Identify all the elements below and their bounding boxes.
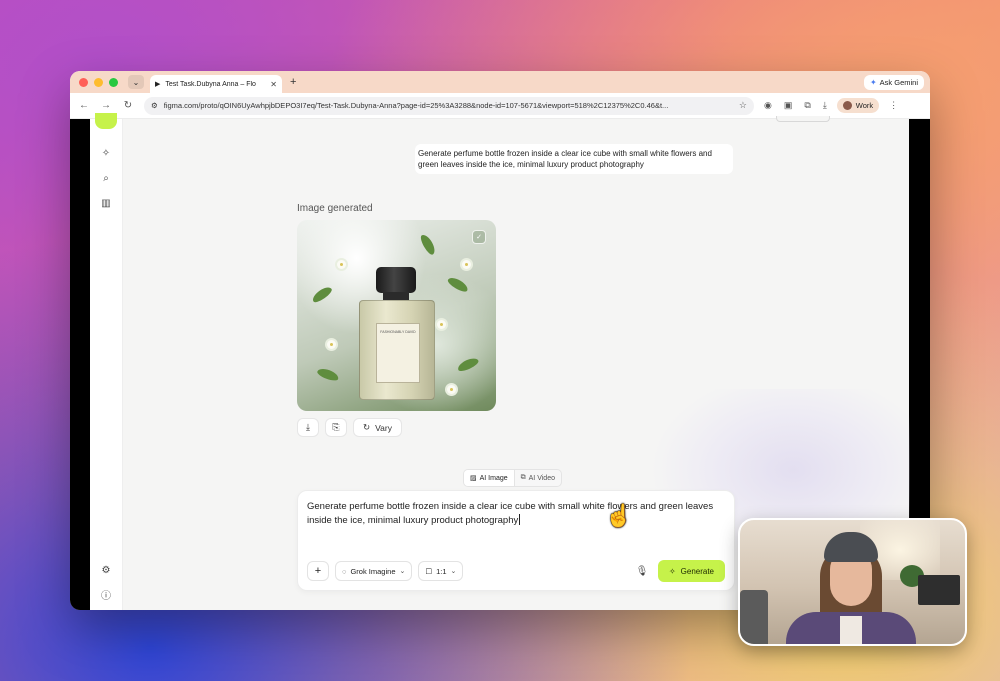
shield-check-icon[interactable]: ✓ bbox=[472, 230, 486, 244]
hand-cursor-icon: ☝ bbox=[605, 503, 633, 528]
generated-label: Image generated bbox=[297, 203, 373, 214]
info-icon[interactable]: ⓘ bbox=[98, 587, 114, 602]
tab-search-button[interactable]: ⌄ bbox=[128, 75, 144, 89]
site-info-icon[interactable]: ⚙ bbox=[151, 101, 158, 110]
figma-play-icon: ▶ bbox=[155, 81, 161, 88]
flower-decoration bbox=[462, 260, 471, 269]
download-icon: ⤓ bbox=[306, 422, 310, 432]
browser-tab[interactable]: ▶ Test Task.Dubyna Anna – Flo ✕ bbox=[150, 75, 282, 93]
app-sidebar: ✧ ⌕ ▥ ⚙ ⓘ bbox=[90, 113, 123, 610]
ask-gemini-label: Ask Gemini bbox=[879, 77, 918, 87]
flower-decoration bbox=[447, 385, 456, 394]
chevron-down-icon: ⌄ bbox=[450, 568, 457, 575]
bookmark-star-icon[interactable]: ☆ bbox=[739, 100, 747, 111]
search-icon[interactable]: ⌕ bbox=[98, 173, 114, 184]
app-logo[interactable] bbox=[95, 113, 117, 129]
refresh-icon: ↻ bbox=[363, 422, 371, 432]
library-icon[interactable]: ▥ bbox=[98, 198, 114, 209]
model-icon: ◌ bbox=[342, 566, 347, 576]
top-tab-button[interactable] bbox=[776, 116, 830, 122]
ratio-select[interactable]: ☐ 1:1 ⌄ bbox=[418, 561, 464, 581]
mode-ai-video-label: AI Video bbox=[528, 474, 555, 482]
media-icon[interactable]: ▣ bbox=[784, 100, 793, 111]
user-message: Generate perfume bottle frozen inside a … bbox=[415, 144, 733, 174]
gemini-sparkle-icon: ✦ bbox=[869, 77, 877, 87]
flower-decoration bbox=[337, 260, 346, 269]
tab-title: Test Task.Dubyna Anna – Flo bbox=[165, 80, 256, 88]
profile-button[interactable]: Work bbox=[836, 98, 880, 113]
webcam-chair bbox=[740, 590, 768, 644]
bottle-cap bbox=[376, 267, 416, 293]
ask-gemini-button[interactable]: ✦ Ask Gemini bbox=[863, 74, 924, 90]
mode-switcher: ▨ AI Image ⧉ AI Video bbox=[463, 469, 562, 487]
address-bar[interactable]: ⚙ figma.com/proto/qOIN6UyAwhpjbDEPO3I7eq… bbox=[144, 96, 754, 115]
vary-label: Vary bbox=[375, 422, 392, 433]
browser-extensions: ◉ ▣ ⧉ ⤓ bbox=[764, 100, 827, 111]
extensions-icon[interactable]: ⧉ bbox=[804, 100, 810, 111]
bookmark-button[interactable]: ⎘ bbox=[325, 418, 347, 437]
prompt-input[interactable]: Generate perfume bottle frozen inside a … bbox=[307, 500, 717, 528]
browser-menu-icon[interactable]: ⋮ bbox=[889, 100, 898, 111]
mode-ai-video[interactable]: ⧉ AI Video bbox=[515, 470, 561, 486]
tab-bar: ⌄ ▶ Test Task.Dubyna Anna – Flo ✕ + ✦ As… bbox=[70, 71, 930, 93]
mic-icon[interactable]: 🎙︎ bbox=[632, 566, 652, 577]
webcam-overlay bbox=[738, 518, 967, 646]
camera-icon[interactable]: ◉ bbox=[764, 100, 772, 111]
close-window-button[interactable] bbox=[79, 77, 88, 87]
generate-button[interactable]: ✧ Generate bbox=[657, 560, 725, 582]
close-tab-icon[interactable]: ✕ bbox=[270, 80, 277, 89]
add-attachment-button[interactable]: + bbox=[307, 561, 329, 581]
window-controls bbox=[79, 77, 118, 87]
model-select[interactable]: ◌ Grok Imagine ⌄ bbox=[335, 561, 413, 581]
prompt-composer[interactable]: Generate perfume bottle frozen inside a … bbox=[297, 490, 735, 591]
magic-wand-icon: ✧ bbox=[668, 566, 676, 576]
generate-label: Generate bbox=[680, 566, 714, 576]
video-icon: ⧉ bbox=[520, 474, 526, 481]
text-caret bbox=[519, 514, 521, 525]
composer-toolbar: + ◌ Grok Imagine ⌄ ☐ 1:1 ⌄ 🎙︎ ✧ Generate bbox=[307, 560, 725, 582]
settings-icon[interactable]: ⚙ bbox=[98, 565, 114, 576]
bottle-neck bbox=[383, 292, 409, 300]
profile-label: Work bbox=[855, 101, 874, 110]
webcam-monitor bbox=[918, 575, 960, 605]
prompt-text: Generate perfume bottle frozen inside a … bbox=[307, 501, 714, 526]
leaf-decoration bbox=[310, 284, 334, 305]
flower-decoration bbox=[437, 320, 446, 329]
vary-button[interactable]: ↻ Vary bbox=[353, 418, 402, 437]
minimize-window-button[interactable] bbox=[94, 77, 103, 87]
leaf-decoration bbox=[418, 232, 438, 257]
flower-decoration bbox=[327, 340, 336, 349]
chevron-down-icon: ⌄ bbox=[399, 568, 406, 575]
ratio-icon: ☐ bbox=[425, 566, 433, 576]
leaf-decoration bbox=[316, 366, 340, 383]
generated-image[interactable]: FASHIONABLY DAVID ✓ bbox=[297, 220, 496, 411]
image-actions: ⤓ ⎘ ↻ Vary bbox=[297, 418, 402, 437]
perfume-bottle: FASHIONABLY DAVID bbox=[359, 300, 435, 400]
webcam-shirt bbox=[840, 616, 862, 644]
url-text: figma.com/proto/qOIN6UyAwhpjbDEPO3I7eq/T… bbox=[163, 101, 669, 110]
forward-arrow-icon[interactable]: → bbox=[100, 100, 112, 111]
bookmark-icon: ⎘ bbox=[332, 422, 340, 432]
maximize-window-button[interactable] bbox=[109, 77, 118, 87]
leaf-decoration bbox=[456, 355, 480, 374]
mode-ai-image[interactable]: ▨ AI Image bbox=[464, 470, 515, 486]
leaf-decoration bbox=[446, 275, 470, 294]
avatar bbox=[842, 101, 852, 110]
sparkle-wand-icon[interactable]: ✧ bbox=[98, 148, 114, 159]
download-icon[interactable]: ⤓ bbox=[823, 100, 827, 111]
download-button[interactable]: ⤓ bbox=[297, 418, 319, 437]
reload-icon[interactable]: ↻ bbox=[122, 100, 134, 111]
new-tab-button[interactable]: + bbox=[290, 76, 296, 88]
back-arrow-icon[interactable]: ← bbox=[78, 100, 90, 111]
ratio-select-label: 1:1 bbox=[436, 566, 447, 576]
bottle-label: FASHIONABLY DAVID bbox=[376, 323, 420, 383]
model-select-label: Grok Imagine bbox=[350, 566, 396, 576]
image-icon: ▨ bbox=[470, 475, 477, 482]
mode-ai-image-label: AI Image bbox=[479, 474, 508, 482]
